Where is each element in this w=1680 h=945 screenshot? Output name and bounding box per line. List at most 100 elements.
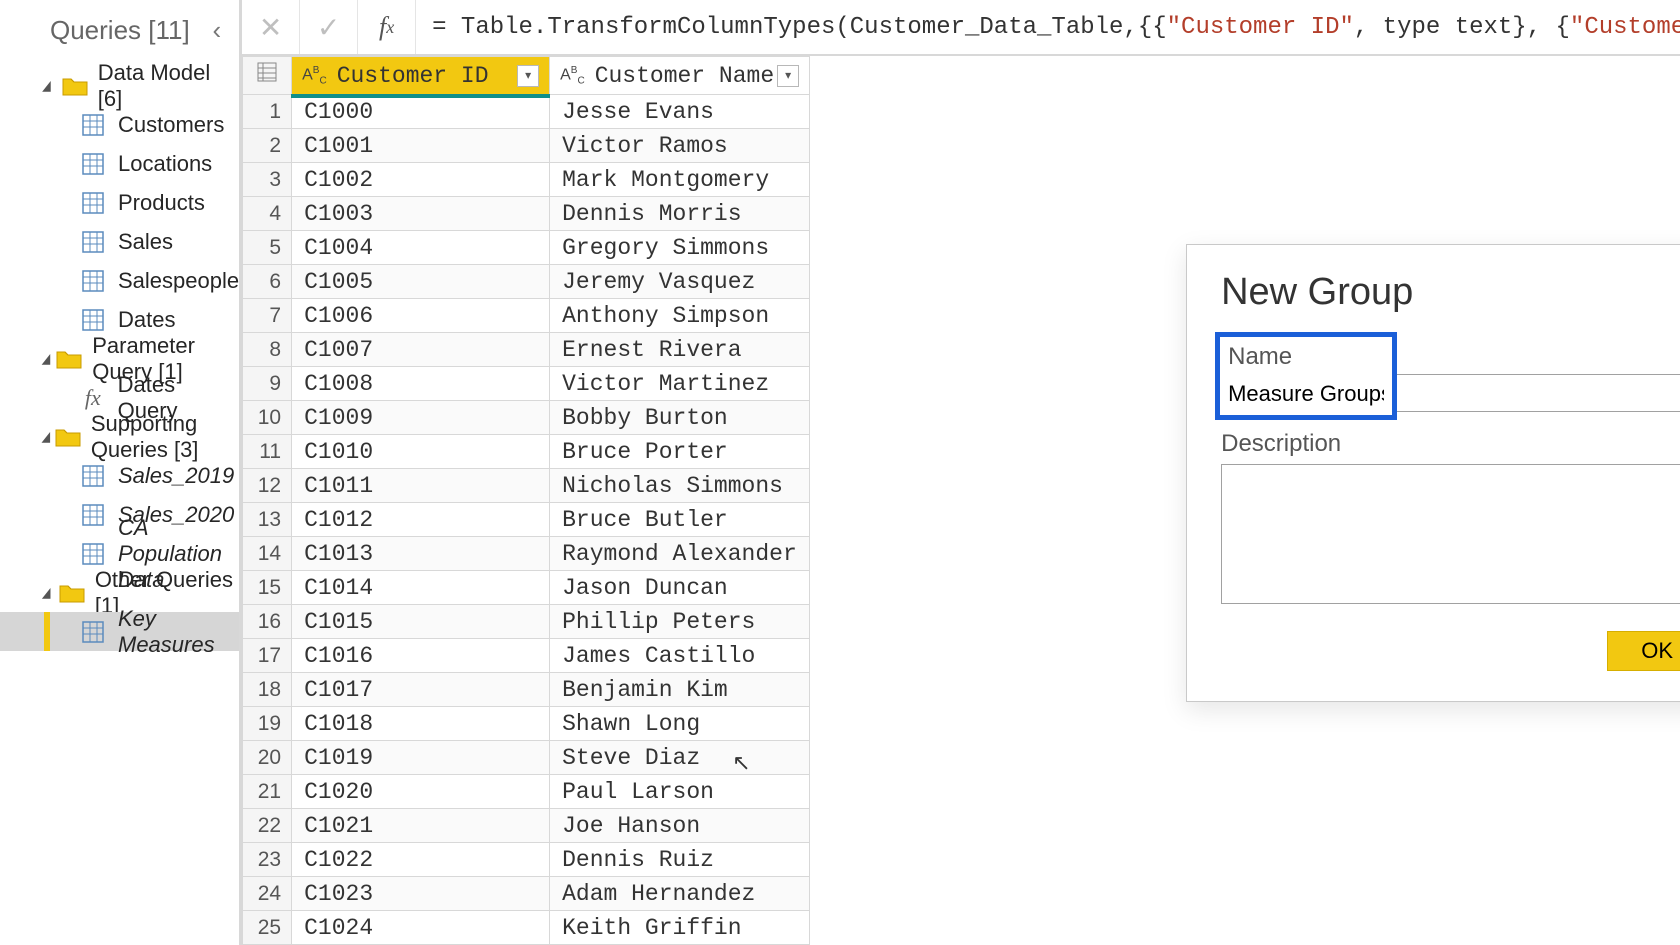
cell-customer-name[interactable]: Keith Griffin xyxy=(550,911,810,945)
cell-customer-id[interactable]: C1024 xyxy=(292,911,550,945)
row-number[interactable]: 6 xyxy=(243,265,292,299)
folder-0[interactable]: ◢Data Model [6] xyxy=(0,66,239,105)
cell-customer-name[interactable]: Anthony Simpson xyxy=(550,299,810,333)
select-all-corner[interactable] xyxy=(243,57,292,95)
cell-customer-name[interactable]: Paul Larson xyxy=(550,775,810,809)
column-filter-dropdown-icon[interactable]: ▾ xyxy=(777,65,799,87)
query-item-sales[interactable]: Sales xyxy=(0,222,239,261)
cell-customer-id[interactable]: C1015 xyxy=(292,605,550,639)
row-number[interactable]: 5 xyxy=(243,231,292,265)
row-number[interactable]: 15 xyxy=(243,571,292,605)
table-row[interactable]: 11C1010Bruce Porter xyxy=(243,435,810,469)
query-item-customers[interactable]: Customers xyxy=(0,105,239,144)
table-row[interactable]: 17C1016James Castillo xyxy=(243,639,810,673)
cell-customer-id[interactable]: C1011 xyxy=(292,469,550,503)
row-number[interactable]: 1 xyxy=(243,95,292,129)
cell-customer-name[interactable]: Phillip Peters xyxy=(550,605,810,639)
cell-customer-id[interactable]: C1010 xyxy=(292,435,550,469)
cell-customer-id[interactable]: C1003 xyxy=(292,197,550,231)
cell-customer-id[interactable]: C1023 xyxy=(292,877,550,911)
row-number[interactable]: 14 xyxy=(243,537,292,571)
cell-customer-id[interactable]: C1001 xyxy=(292,129,550,163)
table-row[interactable]: 9C1008Victor Martinez xyxy=(243,367,810,401)
cell-customer-id[interactable]: C1016 xyxy=(292,639,550,673)
cell-customer-name[interactable]: Steve Diaz xyxy=(550,741,810,775)
cell-customer-id[interactable]: C1002 xyxy=(292,163,550,197)
row-number[interactable]: 11 xyxy=(243,435,292,469)
row-number[interactable]: 20 xyxy=(243,741,292,775)
cell-customer-id[interactable]: C1004 xyxy=(292,231,550,265)
commit-formula-icon[interactable]: ✓ xyxy=(300,0,358,54)
query-item-salespeople[interactable]: Salespeople xyxy=(0,261,239,300)
row-number[interactable]: 22 xyxy=(243,809,292,843)
cell-customer-name[interactable]: Victor Martinez xyxy=(550,367,810,401)
table-row[interactable]: 24C1023Adam Hernandez xyxy=(243,877,810,911)
column-filter-dropdown-icon[interactable]: ▾ xyxy=(517,65,539,87)
table-row[interactable]: 5C1004Gregory Simmons xyxy=(243,231,810,265)
row-number[interactable]: 10 xyxy=(243,401,292,435)
table-row[interactable]: 14C1013Raymond Alexander xyxy=(243,537,810,571)
cell-customer-name[interactable]: Dennis Morris xyxy=(550,197,810,231)
row-number[interactable]: 19 xyxy=(243,707,292,741)
table-row[interactable]: 8C1007Ernest Rivera xyxy=(243,333,810,367)
cell-customer-name[interactable]: Jeremy Vasquez xyxy=(550,265,810,299)
cell-customer-name[interactable]: Dennis Ruiz xyxy=(550,843,810,877)
cell-customer-id[interactable]: C1020 xyxy=(292,775,550,809)
cell-customer-id[interactable]: C1008 xyxy=(292,367,550,401)
cell-customer-name[interactable]: Jesse Evans xyxy=(550,95,810,129)
table-row[interactable]: 20C1019Steve Diaz xyxy=(243,741,810,775)
row-number[interactable]: 17 xyxy=(243,639,292,673)
row-number[interactable]: 24 xyxy=(243,877,292,911)
row-number[interactable]: 21 xyxy=(243,775,292,809)
table-row[interactable]: 19C1018Shawn Long xyxy=(243,707,810,741)
table-row[interactable]: 12C1011Nicholas Simmons xyxy=(243,469,810,503)
fx-icon[interactable]: fx xyxy=(358,0,416,54)
cell-customer-name[interactable]: Victor Ramos xyxy=(550,129,810,163)
table-row[interactable]: 3C1002Mark Montgomery xyxy=(243,163,810,197)
table-row[interactable]: 7C1006Anthony Simpson xyxy=(243,299,810,333)
query-item-sales-2019[interactable]: Sales_2019 xyxy=(0,456,239,495)
cell-customer-name[interactable]: Shawn Long xyxy=(550,707,810,741)
column-header-customer-name[interactable]: ABC Customer Name ▾ xyxy=(550,57,810,95)
row-number[interactable]: 3 xyxy=(243,163,292,197)
cancel-formula-icon[interactable]: ✕ xyxy=(242,0,300,54)
row-number[interactable]: 18 xyxy=(243,673,292,707)
row-number[interactable]: 4 xyxy=(243,197,292,231)
row-number[interactable]: 2 xyxy=(243,129,292,163)
cell-customer-name[interactable]: Nicholas Simmons xyxy=(550,469,810,503)
table-row[interactable]: 21C1020Paul Larson xyxy=(243,775,810,809)
folder-2[interactable]: ◢Supporting Queries [3] xyxy=(0,417,239,456)
cell-customer-name[interactable]: Ernest Rivera xyxy=(550,333,810,367)
row-number[interactable]: 12 xyxy=(243,469,292,503)
cell-customer-id[interactable]: C1017 xyxy=(292,673,550,707)
cell-customer-id[interactable]: C1007 xyxy=(292,333,550,367)
table-row[interactable]: 6C1005Jeremy Vasquez xyxy=(243,265,810,299)
table-row[interactable]: 13C1012Bruce Butler xyxy=(243,503,810,537)
cell-customer-name[interactable]: Bruce Butler xyxy=(550,503,810,537)
cell-customer-name[interactable]: Jason Duncan xyxy=(550,571,810,605)
cell-customer-id[interactable]: C1014 xyxy=(292,571,550,605)
row-number[interactable]: 7 xyxy=(243,299,292,333)
ok-button[interactable]: OK xyxy=(1607,631,1680,671)
cell-customer-name[interactable]: Benjamin Kim xyxy=(550,673,810,707)
formula-text[interactable]: = Table.TransformColumnTypes(Customer_Da… xyxy=(416,14,1680,41)
cell-customer-name[interactable]: Gregory Simmons xyxy=(550,231,810,265)
table-row[interactable]: 23C1022Dennis Ruiz xyxy=(243,843,810,877)
table-row[interactable]: 2C1001Victor Ramos xyxy=(243,129,810,163)
cell-customer-name[interactable]: Bruce Porter xyxy=(550,435,810,469)
cell-customer-id[interactable]: C1000 xyxy=(292,95,550,129)
collapse-pane-icon[interactable]: ‹ xyxy=(212,15,221,46)
row-number[interactable]: 9 xyxy=(243,367,292,401)
group-name-input[interactable] xyxy=(1222,377,1390,413)
row-number[interactable]: 16 xyxy=(243,605,292,639)
group-description-input[interactable] xyxy=(1221,464,1680,604)
cell-customer-id[interactable]: C1012 xyxy=(292,503,550,537)
cell-customer-id[interactable]: C1006 xyxy=(292,299,550,333)
cell-customer-name[interactable]: Mark Montgomery xyxy=(550,163,810,197)
cell-customer-name[interactable]: James Castillo xyxy=(550,639,810,673)
cell-customer-id[interactable]: C1018 xyxy=(292,707,550,741)
data-grid[interactable]: ABC Customer ID ▾ ABC Customer Name ▾ xyxy=(242,56,810,945)
table-row[interactable]: 10C1009Bobby Burton xyxy=(243,401,810,435)
cell-customer-name[interactable]: Joe Hanson xyxy=(550,809,810,843)
row-number[interactable]: 25 xyxy=(243,911,292,945)
